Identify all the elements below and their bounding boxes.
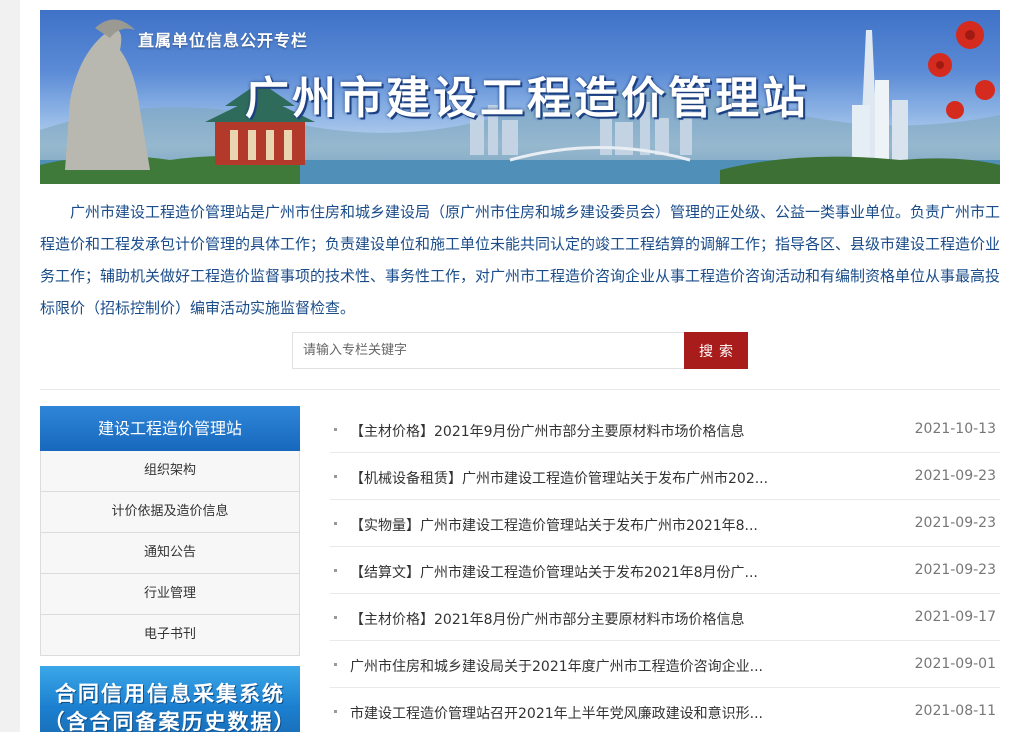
promo-line-1: 合同信用信息采集系统 — [55, 682, 285, 706]
news-date: 2021-09-23 — [914, 468, 996, 484]
news-date: 2021-09-17 — [914, 609, 996, 625]
news-title[interactable]: 广州市住房和城乡建设局关于2021年度广州市工程造价咨询企业... — [350, 656, 763, 676]
news-date: 2021-09-01 — [914, 656, 996, 672]
search-bar: 搜索 — [292, 332, 748, 369]
list-item[interactable]: 【主材价格】2021年8月份广州市部分主要原材料市场价格信息 2021-09-1… — [330, 594, 1000, 641]
section-divider — [40, 389, 1000, 390]
banner-title: 广州市建设工程造价管理站 — [245, 73, 809, 124]
sidebar-item-industry-management[interactable]: 行业管理 — [40, 574, 300, 615]
bullet-icon — [334, 710, 337, 713]
news-date: 2021-08-11 — [914, 703, 996, 719]
sidebar-item-org-structure[interactable]: 组织架构 — [40, 451, 300, 492]
sidebar-item-pricing-basis[interactable]: 计价依据及造价信息 — [40, 492, 300, 533]
bullet-icon — [334, 569, 337, 572]
news-title[interactable]: 【主材价格】2021年9月份广州市部分主要原材料市场价格信息 — [350, 421, 745, 441]
contract-credit-system-banner[interactable]: 合同信用信息采集系统 （含合同备案历史数据） — [40, 666, 300, 732]
list-item[interactable]: 【实物量】广州市建设工程造价管理站关于发布广州市2021年8... 2021-0… — [330, 500, 1000, 547]
news-title[interactable]: 【主材价格】2021年8月份广州市部分主要原材料市场价格信息 — [350, 609, 745, 629]
promo-line-2: （含合同备案历史数据） — [43, 710, 297, 732]
bullet-icon — [334, 428, 337, 431]
list-item[interactable]: 【主材价格】2021年9月份广州市部分主要原材料市场价格信息 2021-10-1… — [330, 406, 1000, 453]
search-button[interactable]: 搜索 — [684, 332, 748, 369]
banner-subtitle: 直属单位信息公开专栏 — [138, 31, 309, 50]
news-title[interactable]: 市建设工程造价管理站召开2021年上半年党风廉政建设和意识形... — [350, 703, 763, 723]
bullet-icon — [334, 616, 337, 619]
list-item[interactable]: 市建设工程造价管理站召开2021年上半年党风廉政建设和意识形... 2021-0… — [330, 688, 1000, 732]
list-item[interactable]: 【结算文】广州市建设工程造价管理站关于发布2021年8月份广... 2021-0… — [330, 547, 1000, 594]
bullet-icon — [334, 475, 337, 478]
bullet-icon — [334, 663, 337, 666]
news-title[interactable]: 【实物量】广州市建设工程造价管理站关于发布广州市2021年8... — [350, 515, 758, 535]
sidebar-item-notices[interactable]: 通知公告 — [40, 533, 300, 574]
search-input[interactable] — [292, 332, 684, 369]
sidebar: 建设工程造价管理站 组织架构 计价依据及造价信息 通知公告 行业管理 电子书刊 — [40, 406, 300, 656]
sidebar-heading: 建设工程造价管理站 — [40, 406, 300, 451]
news-date: 2021-10-13 — [914, 421, 996, 437]
sidebar-item-e-publications[interactable]: 电子书刊 — [40, 615, 300, 656]
intro-paragraph: 广州市建设工程造价管理站是广州市住房和城乡建设局（原广州市住房和城乡建设委员会）… — [40, 203, 1001, 317]
news-date: 2021-09-23 — [914, 562, 996, 578]
bullet-icon — [334, 522, 337, 525]
news-title[interactable]: 【机械设备租赁】广州市建设工程造价管理站关于发布广州市202... — [350, 468, 768, 488]
news-title[interactable]: 【结算文】广州市建设工程造价管理站关于发布2021年8月份广... — [350, 562, 758, 582]
list-item[interactable]: 广州市住房和城乡建设局关于2021年度广州市工程造价咨询企业... 2021-0… — [330, 641, 1000, 688]
list-item[interactable]: 【机械设备租赁】广州市建设工程造价管理站关于发布广州市202... 2021-0… — [330, 453, 1000, 500]
news-list: 【主材价格】2021年9月份广州市部分主要原材料市场价格信息 2021-10-1… — [330, 406, 1000, 732]
page-container: 直属单位信息公开专栏 广州市建设工程造价管理站 广州市建设工程造价管理站是广州市… — [20, 0, 1022, 732]
header-banner: 直属单位信息公开专栏 广州市建设工程造价管理站 — [40, 10, 1000, 184]
news-date: 2021-09-23 — [914, 515, 996, 531]
